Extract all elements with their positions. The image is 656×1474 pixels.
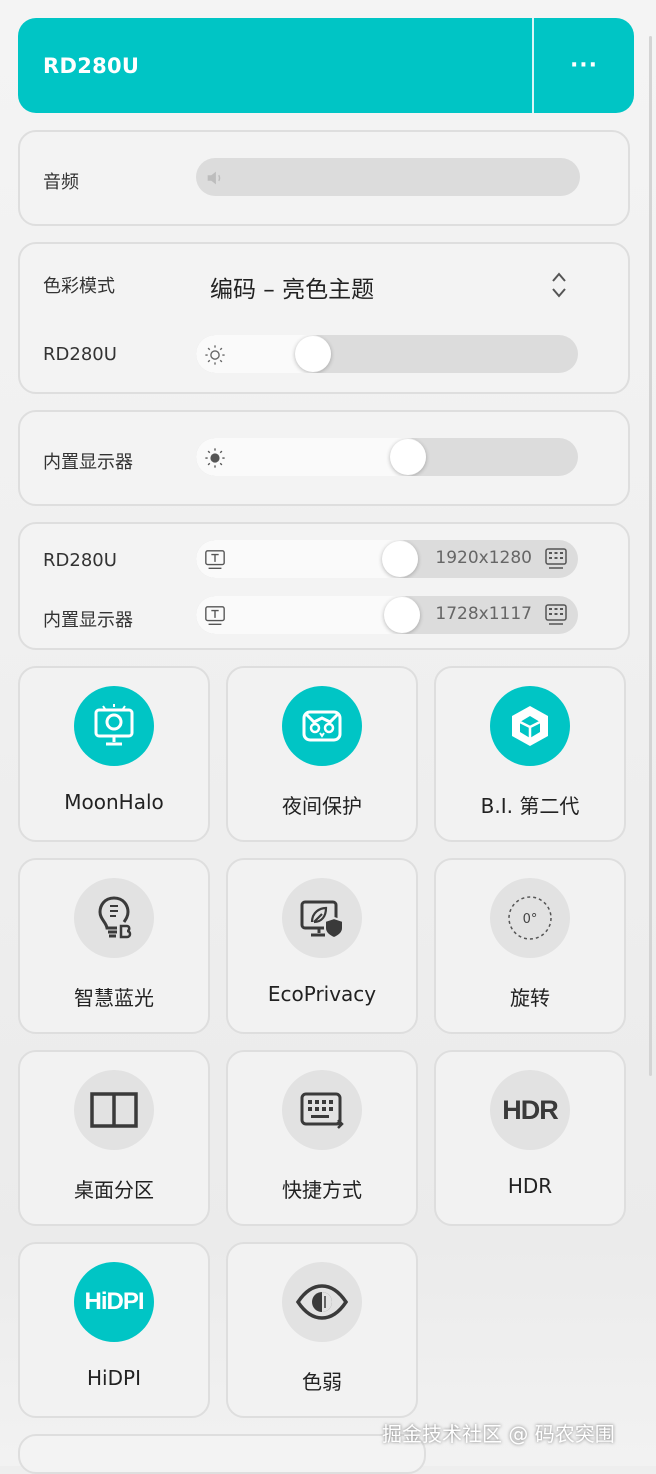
audio-label: 音频 [43,172,79,193]
tile-label: 夜间保护 [282,794,362,818]
tile-label: MoonHalo [64,790,164,814]
audio-card: 音频 [18,130,630,226]
tile-label: HiDPI [87,1366,141,1390]
tile-shortcuts[interactable]: 快捷方式 [226,1050,418,1226]
header-bar: RD280U ··· [18,18,634,113]
internal-brightness-slider[interactable] [196,438,578,476]
hdr-badge: HDR [502,1094,558,1125]
color-mode-select[interactable]: 编码 – 亮色主题 [210,270,374,304]
external-resolution-slider[interactable]: 1920x1280 [196,540,578,578]
external-resolution-label: RD280U [43,550,117,571]
rotate-icon: 0° [490,878,570,958]
internal-resolution-value: 1728x1117 [435,604,532,624]
eye-icon [282,1262,362,1342]
external-brightness-knob[interactable] [295,336,332,372]
watermark: 掘金技术社区 @ 码农突围 [382,1422,615,1446]
scrollbar[interactable] [649,36,652,1076]
internal-brightness-card: 内置显示器 [18,410,630,506]
text-size-icon [205,606,225,625]
moonhalo-icon [74,686,154,766]
resolution-card: RD280U 1920x1280 内置显示器 1728x1117 [18,522,630,650]
internal-resolution-slider[interactable]: 1728x1117 [196,596,578,634]
chevron-up-down-icon[interactable] [550,270,568,300]
tile-moonhalo[interactable]: MoonHalo [18,666,210,842]
tile-bi-gen2[interactable]: B.I. 第二代 [434,666,626,842]
cube-icon [490,686,570,766]
tile-label: 智慧蓝光 [74,986,154,1010]
tile-ecoprivacy[interactable]: EcoPrivacy [226,858,418,1034]
internal-brightness-knob[interactable] [390,439,427,475]
internal-brightness-label: 内置显示器 [43,452,133,473]
tile-label: 色弱 [302,1370,342,1394]
display-grid-icon [545,604,567,625]
split-screen-icon [74,1070,154,1150]
tile-label: 快捷方式 [282,1178,362,1202]
tile-night-protection[interactable]: 夜间保护 [226,666,418,842]
sun-outline-icon [205,345,225,365]
external-brightness-slider[interactable] [196,335,578,373]
color-mode-label: 色彩模式 [43,276,115,297]
tile-label: 旋转 [510,986,550,1010]
external-resolution-knob[interactable] [381,541,418,577]
tile-hidpi[interactable]: HiDPI HiDPI [18,1242,210,1418]
tile-smart-blue-light[interactable]: 智慧蓝光 [18,858,210,1034]
external-resolution-value: 1920x1280 [435,548,532,568]
keyboard-icon [282,1070,362,1150]
internal-resolution-label: 内置显示器 [43,610,133,631]
bulb-icon [74,878,154,958]
tile-color-weak[interactable]: 色弱 [226,1242,418,1418]
control-panel: RD280U ··· 音频 色彩模式 编码 – 亮色主题 RD280U 内置显示… [0,0,656,1474]
audio-slider[interactable] [196,158,580,196]
tile-desktop-partition[interactable]: 桌面分区 [18,1050,210,1226]
device-title: RD280U [43,54,140,78]
tile-rotate[interactable]: 0° 旋转 [434,858,626,1034]
color-mode-card: 色彩模式 编码 – 亮色主题 RD280U [18,242,630,394]
monitor-shield-icon [282,878,362,958]
tile-label: 桌面分区 [74,1178,154,1202]
hdr-icon: HDR [490,1070,570,1150]
more-button[interactable]: ··· [534,18,634,113]
owl-icon [282,686,362,766]
tile-label: HDR [507,1174,553,1198]
sun-filled-icon [205,448,225,468]
display-grid-icon [545,548,567,569]
hidpi-icon: HiDPI [74,1262,154,1342]
tile-label: EcoPrivacy [267,982,377,1006]
external-brightness-label: RD280U [43,344,117,365]
text-size-icon [205,550,225,569]
speaker-icon [207,171,221,185]
rotate-angle: 0° [523,912,538,927]
tile-label: B.I. 第二代 [480,794,580,818]
hidpi-badge: HiDPI [84,1288,144,1315]
next-card-partial [18,1434,426,1474]
tile-hdr[interactable]: HDR HDR [434,1050,626,1226]
